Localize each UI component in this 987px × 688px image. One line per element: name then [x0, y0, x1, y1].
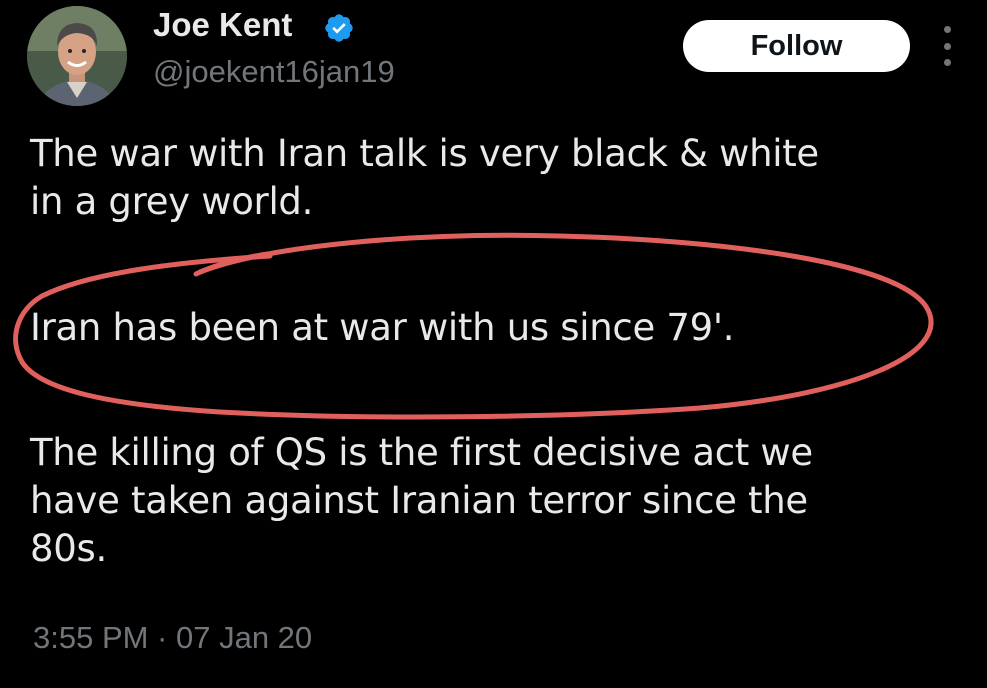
verified-badge-icon	[325, 14, 353, 42]
tweet-paragraph-1: The war with Iran talk is very black & w…	[30, 130, 819, 226]
more-dot	[943, 26, 951, 33]
tweet-line: The killing of QS is the first decisive …	[30, 431, 813, 474]
avatar-image	[27, 6, 127, 106]
avatar[interactable]	[27, 6, 127, 106]
tweet-line: 80s.	[30, 527, 107, 570]
tweet-paragraph-3: The killing of QS is the first decisive …	[30, 429, 813, 573]
tweet-line: The war with Iran talk is very black & w…	[30, 132, 819, 175]
author-handle[interactable]: @joekent16jan19	[153, 54, 395, 90]
tweet-line: Iran has been at war with us since 79'.	[30, 306, 735, 349]
tweet-timestamp[interactable]: 3:55 PM · 07 Jan 20	[33, 620, 312, 656]
tweet-line: have taken against Iranian terror since …	[30, 479, 808, 522]
tweet-paragraph-2: Iran has been at war with us since 79'.	[30, 304, 734, 352]
author-name[interactable]: Joe Kent	[153, 6, 292, 44]
follow-button[interactable]: Follow	[683, 20, 910, 72]
more-dot	[943, 42, 951, 50]
tweet-card: Joe Kent @joekent16jan19 Follow The war …	[0, 0, 987, 688]
more-dot	[943, 59, 951, 66]
more-options-icon[interactable]	[940, 26, 954, 66]
tweet-line: in a grey world.	[30, 180, 314, 223]
